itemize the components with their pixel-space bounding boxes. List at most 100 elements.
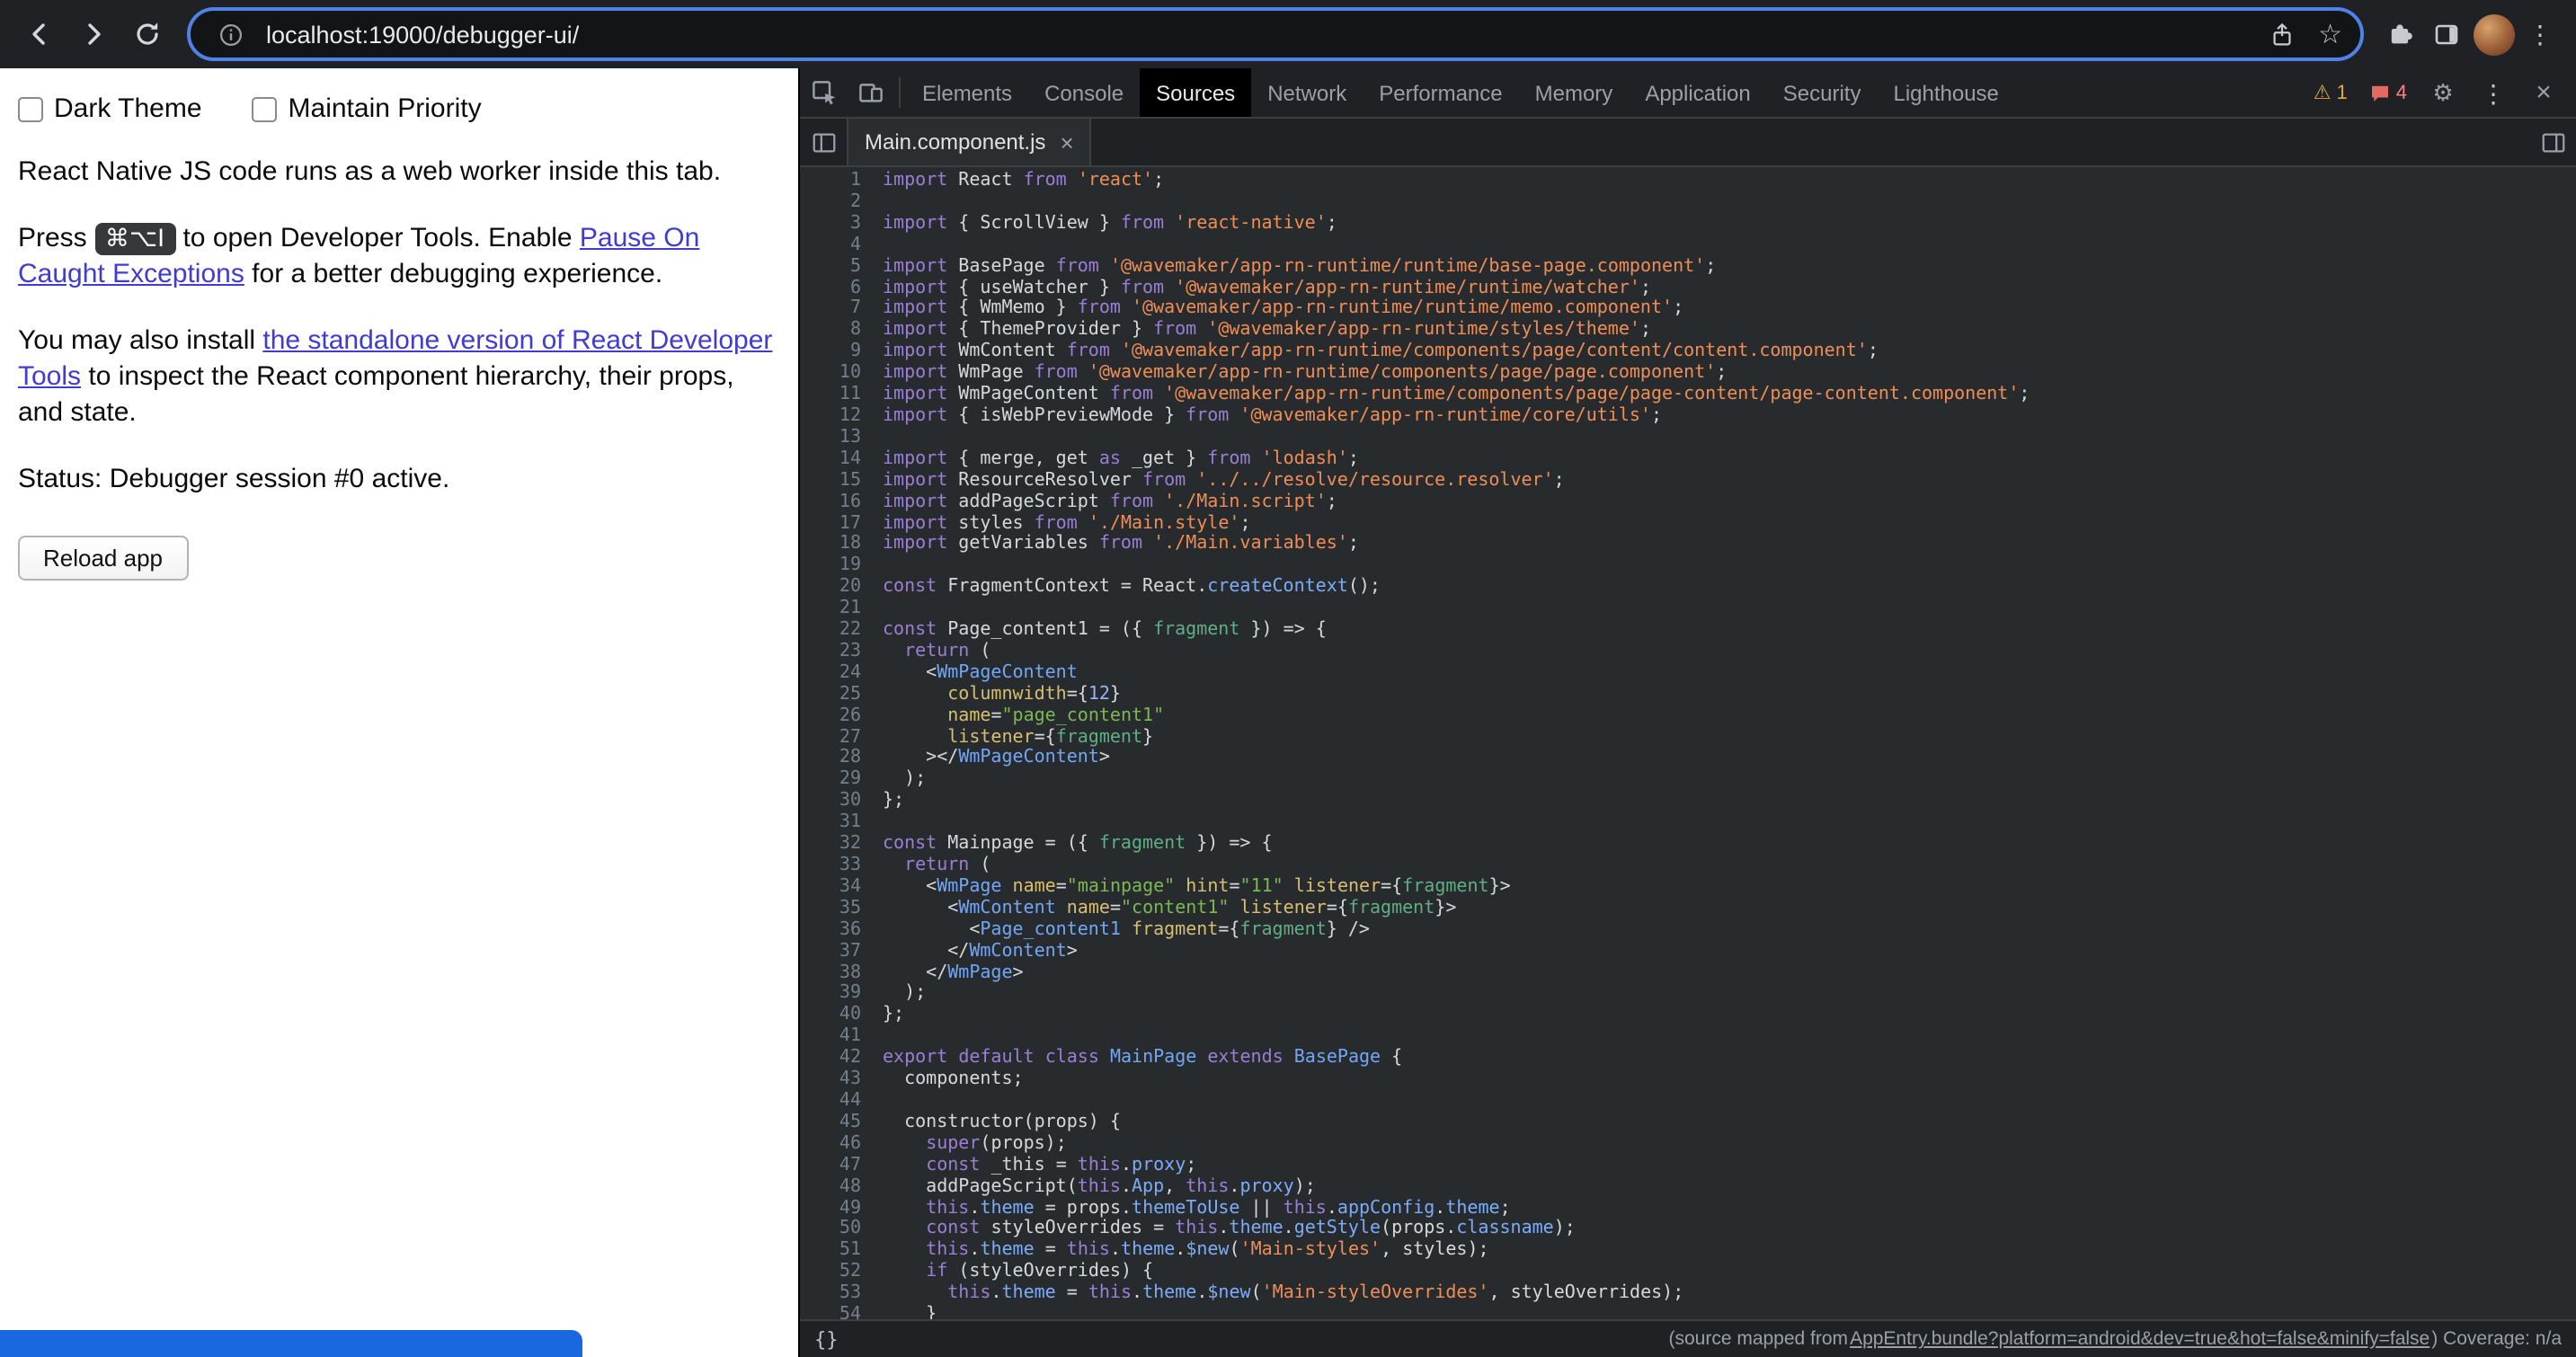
back-button[interactable] xyxy=(14,9,65,59)
line-number[interactable]: 14 xyxy=(800,449,875,471)
device-toolbar-icon[interactable] xyxy=(847,68,893,117)
line-number[interactable]: 10 xyxy=(800,363,875,385)
line-number[interactable]: 4 xyxy=(800,235,875,256)
line-number[interactable]: 31 xyxy=(800,812,875,834)
line-number[interactable]: 5 xyxy=(800,256,875,278)
line-number[interactable]: 49 xyxy=(800,1198,875,1220)
tab-sources[interactable]: Sources xyxy=(1140,68,1251,117)
line-number[interactable]: 50 xyxy=(800,1220,875,1241)
reload-button[interactable] xyxy=(122,9,173,59)
file-tab-main-component[interactable]: Main.component.js × xyxy=(847,119,1092,165)
line-number[interactable]: 17 xyxy=(800,513,875,535)
line-number[interactable]: 20 xyxy=(800,577,875,599)
line-number[interactable]: 39 xyxy=(800,984,875,1006)
line-number[interactable]: 41 xyxy=(800,1027,875,1049)
checkbox-box[interactable] xyxy=(18,96,43,121)
navigator-toggle-icon[interactable] xyxy=(800,119,847,165)
debugger-panel-toggle-icon[interactable] xyxy=(2529,119,2576,165)
line-number[interactable]: 33 xyxy=(800,856,875,877)
line-number[interactable]: 22 xyxy=(800,620,875,642)
line-number[interactable]: 43 xyxy=(800,1069,875,1091)
inspect-element-icon[interactable] xyxy=(800,68,847,117)
code-editor[interactable]: 1import React from 'react';2 3import { S… xyxy=(800,167,2576,1319)
code-line: 18import getVariables from './Main.varia… xyxy=(800,535,2576,556)
pretty-print-button[interactable]: {} xyxy=(814,1327,839,1351)
line-number[interactable]: 23 xyxy=(800,642,875,663)
line-number[interactable]: 45 xyxy=(800,1113,875,1134)
line-number[interactable]: 51 xyxy=(800,1241,875,1263)
line-number[interactable]: 54 xyxy=(800,1305,875,1319)
line-number[interactable]: 24 xyxy=(800,663,875,685)
code-text: components; xyxy=(875,1069,1024,1091)
line-number[interactable]: 42 xyxy=(800,1048,875,1069)
devtools-close-icon[interactable]: × xyxy=(2520,79,2567,106)
code-text: listener={fragment} xyxy=(875,727,1153,749)
line-number[interactable]: 21 xyxy=(800,599,875,620)
profile-avatar[interactable] xyxy=(2472,13,2515,56)
line-number[interactable]: 15 xyxy=(800,470,875,492)
tab-elements[interactable]: Elements xyxy=(906,68,1028,117)
warnings-badge[interactable]: ⚠1 xyxy=(2305,81,2357,104)
line-number[interactable]: 35 xyxy=(800,899,875,920)
tab-console[interactable]: Console xyxy=(1028,68,1140,117)
line-number[interactable]: 37 xyxy=(800,941,875,962)
line-number[interactable]: 30 xyxy=(800,792,875,813)
checkbox-box[interactable] xyxy=(253,96,278,121)
line-number[interactable]: 7 xyxy=(800,299,875,321)
tab-network[interactable]: Network xyxy=(1251,68,1363,117)
url-text[interactable]: localhost:19000/debugger-ui/ xyxy=(266,21,579,48)
line-number[interactable]: 52 xyxy=(800,1262,875,1283)
line-number[interactable]: 25 xyxy=(800,685,875,706)
browser-menu-icon[interactable]: ⋮ xyxy=(2518,13,2562,56)
file-tab-close-icon[interactable]: × xyxy=(1060,130,1073,154)
line-number[interactable]: 47 xyxy=(800,1155,875,1176)
tab-performance[interactable]: Performance xyxy=(1363,68,1518,117)
line-number[interactable]: 1 xyxy=(800,171,875,192)
url-bar[interactable]: localhost:19000/debugger-ui/ ☆ xyxy=(187,7,2364,61)
bookmark-star-icon[interactable]: ☆ xyxy=(2318,21,2342,48)
tab-memory[interactable]: Memory xyxy=(1519,68,1630,117)
source-map-link[interactable]: AppEntry.bundle?platform=android&dev=tru… xyxy=(1850,1328,2429,1350)
code-line: 48 addPageScript(this.App, this.proxy); xyxy=(800,1176,2576,1198)
maintain-priority-checkbox[interactable]: Maintain Priority xyxy=(253,93,482,124)
code-text: } xyxy=(875,1305,937,1319)
line-number[interactable]: 27 xyxy=(800,727,875,749)
settings-gear-icon[interactable]: ⚙ xyxy=(2420,78,2466,107)
line-number[interactable]: 28 xyxy=(800,749,875,770)
line-number[interactable]: 19 xyxy=(800,556,875,578)
line-number[interactable]: 40 xyxy=(800,1006,875,1027)
line-number[interactable]: 36 xyxy=(800,919,875,941)
line-number[interactable]: 8 xyxy=(800,321,875,342)
share-icon[interactable] xyxy=(2261,13,2304,56)
tab-lighthouse[interactable]: Lighthouse xyxy=(1877,68,2014,117)
side-panel-icon[interactable] xyxy=(2425,13,2468,56)
line-number[interactable]: 46 xyxy=(800,1134,875,1156)
line-number[interactable]: 48 xyxy=(800,1176,875,1198)
line-number[interactable]: 2 xyxy=(800,192,875,214)
tab-application[interactable]: Application xyxy=(1629,68,1766,117)
line-number[interactable]: 11 xyxy=(800,385,875,406)
line-number[interactable]: 38 xyxy=(800,962,875,984)
line-number[interactable]: 6 xyxy=(800,278,875,299)
site-info-icon[interactable] xyxy=(209,13,252,56)
dark-theme-checkbox[interactable]: Dark Theme xyxy=(18,93,202,124)
tab-security[interactable]: Security xyxy=(1767,68,1878,117)
devtools-menu-icon[interactable]: ⋮ xyxy=(2470,80,2517,105)
line-number[interactable]: 32 xyxy=(800,834,875,856)
code-text: import { ScrollView } from 'react-native… xyxy=(875,214,1337,235)
line-number[interactable]: 13 xyxy=(800,428,875,449)
line-number[interactable]: 44 xyxy=(800,1091,875,1113)
issues-badge[interactable]: 4 xyxy=(2360,82,2416,103)
line-number[interactable]: 16 xyxy=(800,492,875,513)
extensions-puzzle-icon[interactable] xyxy=(2378,13,2421,56)
line-number[interactable]: 29 xyxy=(800,770,875,792)
line-number[interactable]: 12 xyxy=(800,406,875,428)
line-number[interactable]: 26 xyxy=(800,705,875,727)
forward-button[interactable] xyxy=(68,9,119,59)
reload-app-button[interactable]: Reload app xyxy=(18,536,188,581)
line-number[interactable]: 34 xyxy=(800,877,875,899)
line-number[interactable]: 18 xyxy=(800,535,875,556)
line-number[interactable]: 9 xyxy=(800,342,875,364)
line-number[interactable]: 3 xyxy=(800,214,875,235)
line-number[interactable]: 53 xyxy=(800,1283,875,1305)
